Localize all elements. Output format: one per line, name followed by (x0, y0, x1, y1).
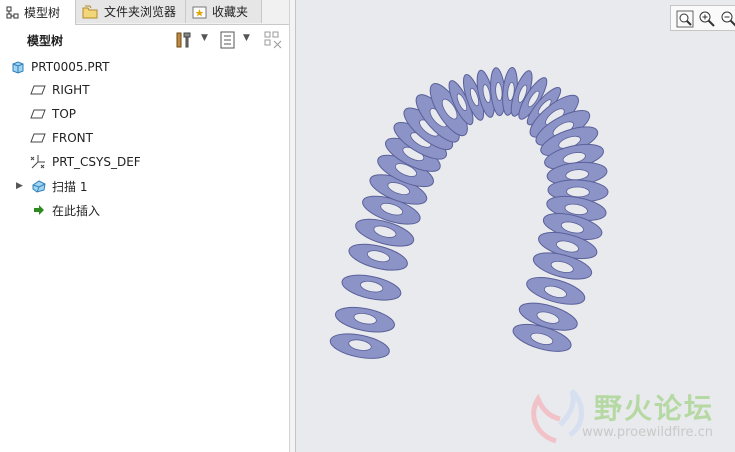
tree-item-insert-here[interactable]: 在此插入 (0, 200, 289, 220)
model-tree-icon (6, 6, 19, 18)
tree-item-sweep[interactable]: ▶ 扫描 1 (0, 176, 289, 196)
tab-model-tree-label: 模型树 (24, 6, 61, 20)
tree-item-right[interactable]: RIGHT (0, 80, 289, 100)
tree-item-csys[interactable]: PRT_CSYS_DEF (0, 152, 289, 172)
watermark: 野火论坛 www.proewildfire.cn (524, 385, 735, 447)
tree-root-row[interactable]: PRT0005.PRT (0, 57, 289, 77)
tree-item-front[interactable]: FRONT (0, 128, 289, 148)
tab-favorites-label: 收藏夹 (212, 5, 249, 19)
tree-item-top[interactable]: TOP (0, 104, 289, 124)
tab-favorites[interactable]: 收藏夹 (186, 0, 262, 23)
settings-tools-icon[interactable] (174, 30, 194, 50)
part-icon (12, 61, 24, 74)
show-options-icon[interactable] (218, 30, 238, 50)
tab-folder-browser-label: 文件夹浏览器 (104, 5, 177, 19)
tab-model-tree[interactable]: 模型树 (0, 0, 76, 25)
tree-item-label: RIGHT (52, 83, 90, 97)
settings-dropdown-caret[interactable]: ▼ (201, 33, 208, 43)
model-tree-panel: 模型树 文件夹浏览器 收藏夹 模型树 ▼ ▼ PRT0005.PRT RIGHT… (0, 0, 289, 452)
navigator-tab-bar: 模型树 文件夹浏览器 收藏夹 (0, 0, 289, 25)
favorites-icon (192, 6, 207, 18)
tab-folder-browser[interactable]: 文件夹浏览器 (76, 0, 186, 23)
folder-browser-icon (82, 5, 98, 18)
spring-coil (329, 333, 390, 359)
model-tree-toolbar: 模型树 ▼ ▼ (0, 26, 289, 54)
sweep-feature-icon (32, 180, 46, 193)
graphics-viewport[interactable]: 野火论坛 www.proewildfire.cn (296, 0, 735, 452)
watermark-name: 野火论坛 (594, 392, 715, 425)
tree-item-label: 在此插入 (52, 203, 101, 218)
coordinate-system-icon (30, 155, 45, 169)
spring-coil (341, 274, 402, 301)
tree-item-label: PRT_CSYS_DEF (52, 155, 141, 169)
panel-splitter[interactable] (289, 0, 296, 452)
tree-item-label: 扫描 1 (52, 179, 88, 194)
expand-arrow-icon[interactable]: ▶ (16, 181, 23, 191)
tree-item-label: FRONT (52, 131, 93, 145)
datum-plane-icon (30, 133, 46, 143)
datum-plane-icon (30, 85, 46, 95)
filter-icon[interactable] (263, 30, 283, 50)
model-tree-title: 模型树 (27, 34, 64, 48)
tree-root-label: PRT0005.PRT (31, 60, 110, 74)
show-dropdown-caret[interactable]: ▼ (243, 33, 250, 43)
datum-plane-icon (30, 109, 46, 119)
watermark-url: www.proewildfire.cn (582, 425, 713, 440)
insert-here-arrow-icon (34, 205, 44, 215)
tree-item-label: TOP (52, 107, 77, 121)
spring-coil (334, 306, 395, 333)
